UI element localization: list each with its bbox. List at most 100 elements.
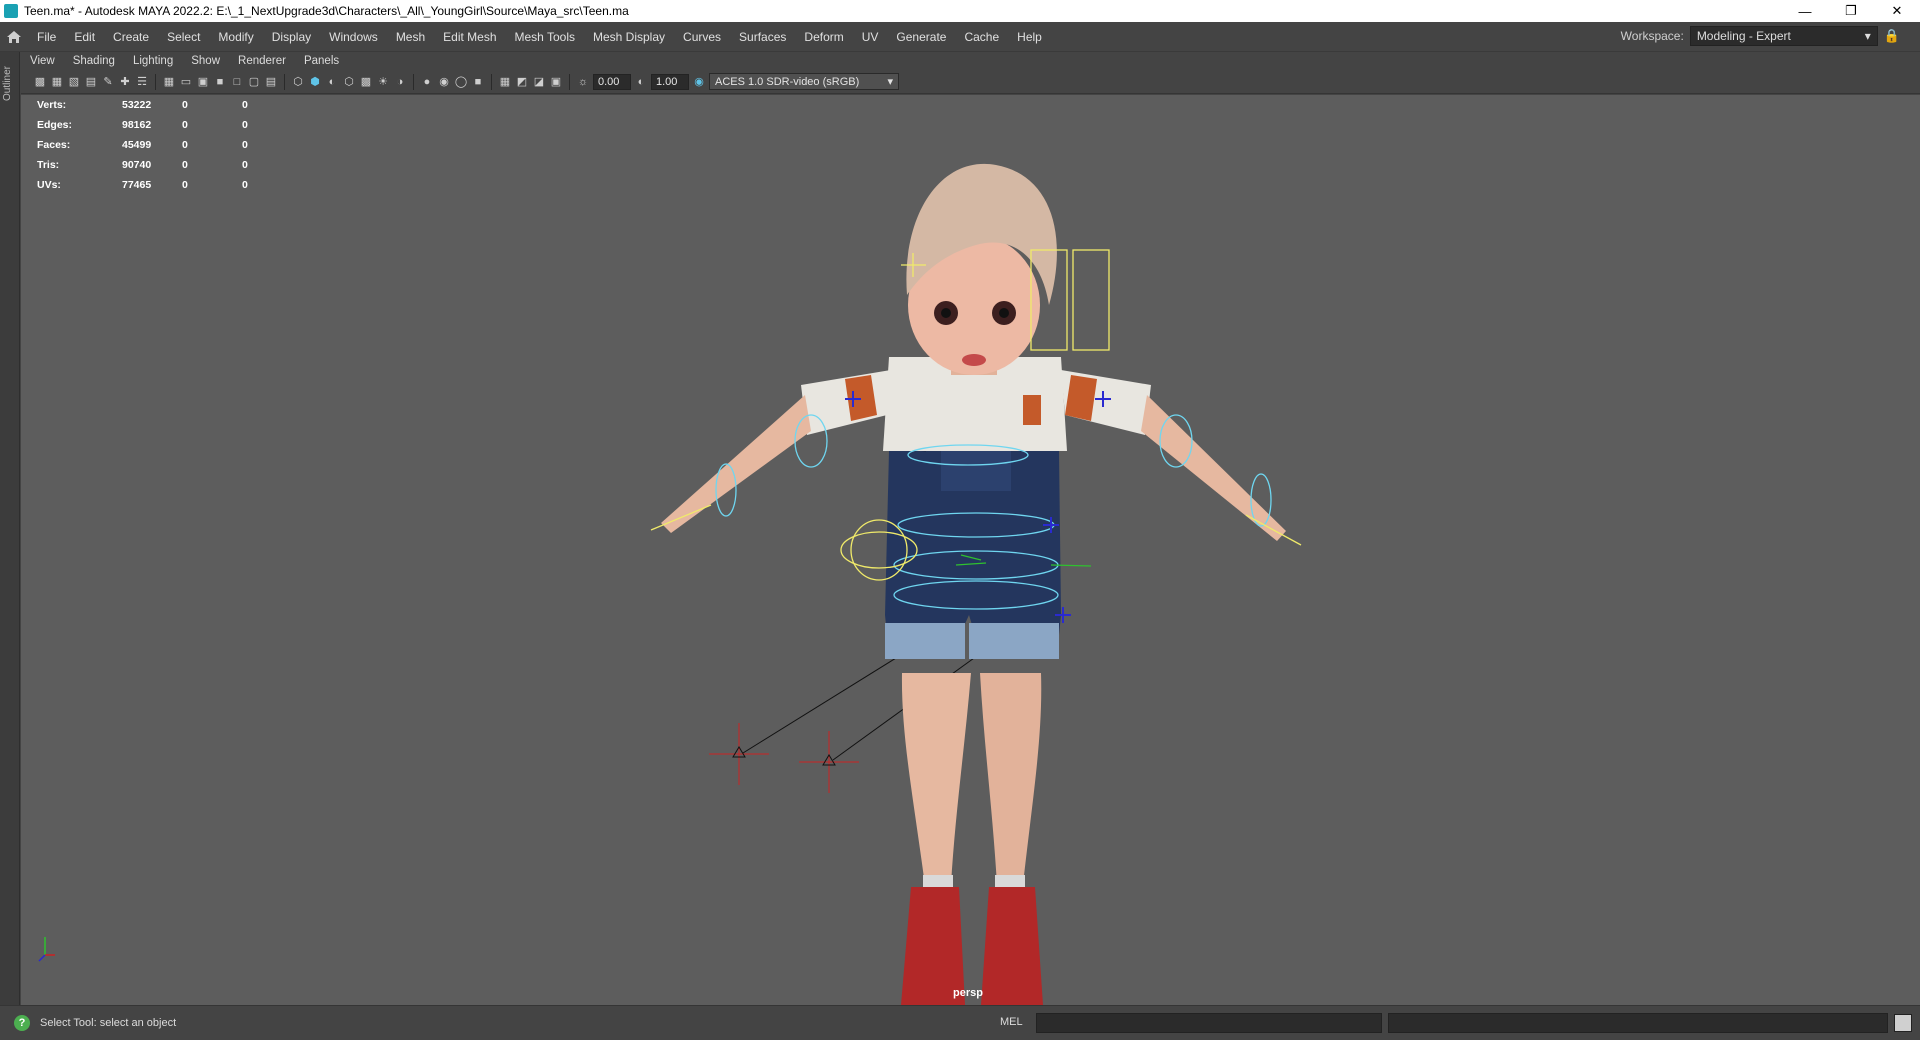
depth-of-field-icon[interactable]: ■ bbox=[471, 75, 485, 89]
hud-value: 90740 bbox=[122, 159, 152, 171]
menu-deform[interactable]: Deform bbox=[795, 30, 852, 44]
menu-generate[interactable]: Generate bbox=[887, 30, 955, 44]
menu-select[interactable]: Select bbox=[158, 30, 209, 44]
mel-label[interactable]: MEL bbox=[1000, 1016, 1023, 1028]
xray-active-icon[interactable]: ◪ bbox=[532, 75, 546, 89]
hud-value: 0 bbox=[182, 99, 188, 111]
exposure-icon[interactable]: ☼ bbox=[576, 75, 590, 89]
textured-icon[interactable]: ▩ bbox=[359, 75, 373, 89]
3d-viewport[interactable]: Verts: 53222 0 0 Edges: 98162 0 0 Faces:… bbox=[21, 95, 1920, 1005]
toolbar-divider bbox=[491, 73, 492, 90]
menu-create[interactable]: Create bbox=[104, 30, 158, 44]
character-legs bbox=[901, 673, 1043, 1005]
exposure-field[interactable]: 0.00 bbox=[593, 73, 631, 90]
maya-app-icon bbox=[4, 4, 18, 18]
hud-value: 0 bbox=[242, 119, 248, 131]
restore-icon[interactable]: ❐ bbox=[1828, 0, 1874, 22]
camera-attributes-icon[interactable]: ▦ bbox=[50, 75, 64, 89]
menu-cache[interactable]: Cache bbox=[955, 30, 1008, 44]
home-icon[interactable] bbox=[0, 22, 28, 52]
menu-surfaces[interactable]: Surfaces bbox=[730, 30, 795, 44]
xray-joints-icon[interactable]: ▣ bbox=[549, 75, 563, 89]
field-chart-icon[interactable]: □ bbox=[230, 75, 244, 89]
grid-icon[interactable]: ▦ bbox=[162, 75, 176, 89]
menu-edit-mesh[interactable]: Edit Mesh bbox=[434, 30, 505, 44]
menu-display[interactable]: Display bbox=[263, 30, 320, 44]
gamma-field[interactable]: 1.00 bbox=[651, 73, 689, 90]
anti-aliasing-icon[interactable]: ◯ bbox=[454, 75, 468, 89]
toolbar-divider bbox=[155, 73, 156, 90]
toolbar-divider bbox=[284, 73, 285, 90]
hud-value: 0 bbox=[182, 159, 188, 171]
gamma-icon[interactable]: ◐ bbox=[634, 75, 648, 89]
menu-mesh-tools[interactable]: Mesh Tools bbox=[506, 30, 584, 44]
panel-menu-panels[interactable]: Panels bbox=[295, 55, 348, 67]
safe-title-icon[interactable]: ▤ bbox=[264, 75, 278, 89]
menu-modify[interactable]: Modify bbox=[209, 30, 262, 44]
shadows-icon[interactable]: ◑ bbox=[393, 75, 407, 89]
outliner-strip[interactable]: Outliner bbox=[0, 52, 20, 1014]
close-icon[interactable]: ✕ bbox=[1874, 0, 1920, 22]
default-material-icon[interactable]: ◐ bbox=[325, 75, 339, 89]
hud-label: UVs: bbox=[37, 179, 61, 191]
wireframe-icon[interactable]: ⬡ bbox=[291, 75, 305, 89]
menu-help[interactable]: Help bbox=[1008, 30, 1051, 44]
film-gate-icon[interactable]: ▭ bbox=[179, 75, 193, 89]
resolution-gate-icon[interactable]: ▣ bbox=[196, 75, 210, 89]
ambient-occlusion-icon[interactable]: ● bbox=[420, 75, 434, 89]
motion-blur-icon[interactable]: ◉ bbox=[437, 75, 451, 89]
help-line: ? Select Tool: select an object MEL bbox=[0, 1005, 1920, 1040]
poly-count-hud: Verts: 53222 0 0 Edges: 98162 0 0 Faces:… bbox=[37, 95, 302, 195]
hud-value: 0 bbox=[242, 99, 248, 111]
color-management-icon[interactable]: ◉ bbox=[692, 75, 706, 89]
grid-toggle-icon[interactable]: ☴ bbox=[135, 75, 149, 89]
panel-menu-lighting[interactable]: Lighting bbox=[124, 55, 182, 67]
toolbar-divider bbox=[413, 73, 414, 90]
help-icon[interactable]: ? bbox=[14, 1015, 30, 1031]
title-bar: Teen.ma* - Autodesk MAYA 2022.2: E:\_1_N… bbox=[0, 0, 1920, 22]
command-line-input[interactable] bbox=[1036, 1013, 1382, 1033]
smooth-shade-icon[interactable]: ⬢ bbox=[308, 75, 322, 89]
menu-edit[interactable]: Edit bbox=[65, 30, 104, 44]
chevron-down-icon: ▾ bbox=[1864, 29, 1871, 43]
menu-mesh[interactable]: Mesh bbox=[387, 30, 434, 44]
character-head bbox=[906, 163, 1057, 375]
menu-mesh-display[interactable]: Mesh Display bbox=[584, 30, 674, 44]
panel-menu-renderer[interactable]: Renderer bbox=[229, 55, 295, 67]
bookmarks-icon[interactable]: ▧ bbox=[67, 75, 81, 89]
menu-uv[interactable]: UV bbox=[853, 30, 888, 44]
script-editor-icon[interactable] bbox=[1894, 1014, 1912, 1032]
panel-menu-show[interactable]: Show bbox=[182, 55, 229, 67]
view-transform-dropdown[interactable]: ACES 1.0 SDR-video (sRGB) ▾ bbox=[709, 73, 899, 90]
menu-curves[interactable]: Curves bbox=[674, 30, 730, 44]
wireframe-on-shaded-icon[interactable]: ⬡ bbox=[342, 75, 356, 89]
menu-windows[interactable]: Windows bbox=[320, 30, 387, 44]
hud-label: Tris: bbox=[37, 159, 60, 171]
workspace-selector: Workspace: Modeling - Expert ▾ 🔒 bbox=[1621, 26, 1900, 46]
grease-pencil-icon[interactable]: ✎ bbox=[101, 75, 115, 89]
use-lights-icon[interactable]: ☀ bbox=[376, 75, 390, 89]
panel-menu-bar: View Shading Lighting Show Renderer Pane… bbox=[21, 52, 1920, 70]
view-transform-value: ACES 1.0 SDR-video (sRGB) bbox=[715, 75, 860, 88]
isolate-select-icon[interactable]: ▦ bbox=[498, 75, 512, 89]
xray-icon[interactable]: ◩ bbox=[515, 75, 529, 89]
hud-row: Faces: 45499 0 0 bbox=[37, 135, 302, 155]
image-plane-icon[interactable]: ▤ bbox=[84, 75, 98, 89]
workspace-value: Modeling - Expert bbox=[1696, 29, 1791, 43]
workspace-dropdown[interactable]: Modeling - Expert ▾ bbox=[1689, 26, 1878, 46]
hud-value: 0 bbox=[182, 139, 188, 151]
2d-pan-zoom-icon[interactable]: ✚ bbox=[118, 75, 132, 89]
hud-label: Faces: bbox=[37, 139, 71, 151]
gate-mask-icon[interactable]: ■ bbox=[213, 75, 227, 89]
panel-menu-shading[interactable]: Shading bbox=[64, 55, 124, 67]
select-camera-icon[interactable]: ▩ bbox=[33, 75, 47, 89]
menu-file[interactable]: File bbox=[28, 30, 65, 44]
minimize-icon[interactable]: — bbox=[1782, 0, 1828, 22]
chevron-down-icon: ▾ bbox=[887, 76, 893, 88]
main-menu-bar: File Edit Create Select Modify Display W… bbox=[0, 22, 1920, 52]
panel-menu-view[interactable]: View bbox=[21, 55, 64, 67]
lock-icon[interactable]: 🔒 bbox=[1884, 28, 1900, 44]
panel-toolbar: ▩ ▦ ▧ ▤ ✎ ✚ ☴ ▦ ▭ ▣ ■ □ ▢ ▤ ⬡ ⬢ ◐ ⬡ ▩ ☀ … bbox=[21, 70, 1920, 94]
hud-value: 0 bbox=[242, 179, 248, 191]
safe-action-icon[interactable]: ▢ bbox=[247, 75, 261, 89]
